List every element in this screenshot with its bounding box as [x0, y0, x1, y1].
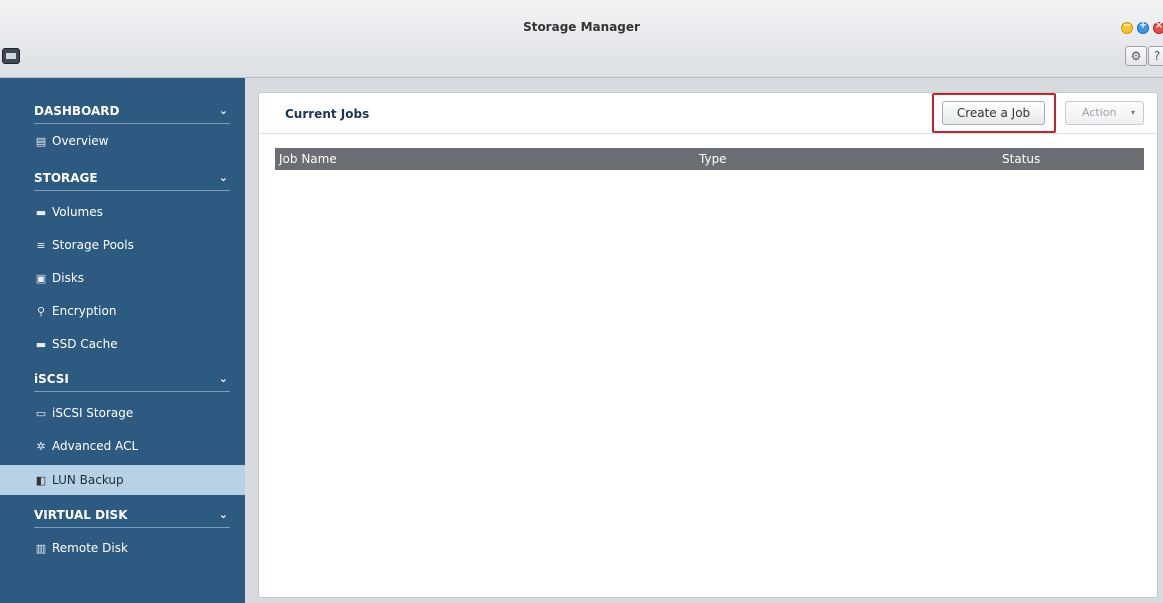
- sidebar-item-volumes[interactable]: ▬ Volumes: [34, 197, 245, 227]
- sidebar-item-label: Storage Pools: [52, 238, 134, 252]
- sidebar-item-disks[interactable]: ▣ Disks: [34, 263, 245, 293]
- close-icon: ×: [1154, 20, 1163, 31]
- column-header-job-name[interactable]: Job Name: [279, 148, 337, 170]
- help-button[interactable]: ?: [1148, 46, 1163, 66]
- chevron-down-icon: ⌄: [218, 171, 228, 184]
- sidebar-item-label: SSD Cache: [52, 337, 118, 351]
- sidebar-item-label: Encryption: [52, 304, 117, 318]
- column-header-type[interactable]: Type: [699, 148, 727, 170]
- maximize-icon: +: [1138, 20, 1148, 31]
- sidebar-item-label: Overview: [52, 134, 109, 148]
- sidebar-item-overview[interactable]: ▤ Overview: [34, 128, 245, 154]
- chevron-down-icon: ⌄: [218, 104, 228, 117]
- sidebar-section-label: VIRTUAL DISK: [34, 508, 128, 522]
- action-dropdown[interactable]: Action ▾: [1065, 101, 1144, 125]
- sidebar-item-advanced-acl[interactable]: ✲ Advanced ACL: [34, 431, 245, 461]
- sidebar-section-dashboard[interactable]: DASHBOARD ⌄: [34, 98, 230, 124]
- chevron-down-icon: ▾: [1130, 108, 1135, 117]
- jobs-table-header: Job Name Type Status: [275, 148, 1144, 170]
- action-label: Action: [1082, 106, 1117, 119]
- window-title: Storage Manager: [523, 20, 640, 34]
- sidebar-section-virtual-disk[interactable]: VIRTUAL DISK ⌄: [34, 502, 230, 528]
- sidebar-item-storage-pools[interactable]: ≡ Storage Pools: [34, 230, 245, 260]
- minimize-button[interactable]: −: [1121, 20, 1133, 34]
- sidebar-item-label: LUN Backup: [52, 473, 124, 487]
- gear-icon: ✲: [36, 440, 46, 453]
- main-panel: Current Jobs Create a Job Action ▾ Job N…: [258, 92, 1158, 598]
- maximize-button[interactable]: +: [1137, 20, 1149, 34]
- key-icon: ⚲: [36, 305, 46, 318]
- sidebar-item-ssd-cache[interactable]: ▬ SSD Cache: [34, 329, 245, 359]
- sidebar-section-label: DASHBOARD: [34, 104, 120, 118]
- title-bar: Storage Manager − + × ⚙ ?: [0, 0, 1163, 78]
- sidebar: DASHBOARD ⌄ ▤ Overview STORAGE ⌄ ▬ Volumes…: [0, 78, 245, 603]
- sidebar-section-label: STORAGE: [34, 171, 98, 185]
- sidebar-section-storage[interactable]: STORAGE ⌄: [34, 165, 230, 191]
- sidebar-item-label: iSCSI Storage: [52, 406, 134, 420]
- remote-disk-icon: ▥: [35, 542, 47, 555]
- sidebar-item-lun-backup[interactable]: ◧ LUN Backup: [0, 465, 245, 495]
- sidebar-section-iscsi[interactable]: iSCSI ⌄: [34, 366, 230, 392]
- sidebar-item-remote-disk[interactable]: ▥ Remote Disk: [34, 533, 245, 563]
- gear-icon: ⚙: [1130, 49, 1142, 63]
- minimize-icon: −: [1122, 20, 1132, 31]
- sidebar-item-encryption[interactable]: ⚲ Encryption: [34, 296, 245, 326]
- sidebar-item-label: Remote Disk: [52, 541, 128, 555]
- page-title: Current Jobs: [285, 107, 370, 121]
- settings-button[interactable]: ⚙: [1125, 46, 1147, 66]
- sidebar-item-iscsi-storage[interactable]: ▭ iSCSI Storage: [34, 398, 245, 428]
- sidebar-item-label: Advanced ACL: [52, 439, 139, 453]
- chevron-down-icon: ⌄: [218, 372, 228, 385]
- overview-icon: ▤: [35, 135, 47, 148]
- panel-divider: [259, 133, 1157, 134]
- column-header-status[interactable]: Status: [1002, 148, 1040, 170]
- app-menu-icon[interactable]: [2, 48, 20, 64]
- disk-icon: ▣: [35, 272, 47, 285]
- create-job-button[interactable]: Create a Job: [942, 101, 1045, 125]
- iscsi-storage-icon: ▭: [35, 407, 47, 420]
- ssd-cache-icon: ▬: [35, 338, 47, 351]
- volume-icon: ▬: [35, 206, 47, 219]
- storage-pool-icon: ≡: [36, 239, 46, 252]
- lun-backup-icon: ◧: [35, 474, 47, 487]
- chevron-down-icon: ⌄: [218, 508, 228, 521]
- sidebar-section-label: iSCSI: [34, 372, 69, 386]
- sidebar-item-label: Volumes: [52, 205, 103, 219]
- sidebar-item-label: Disks: [52, 271, 85, 285]
- close-button[interactable]: ×: [1153, 20, 1163, 34]
